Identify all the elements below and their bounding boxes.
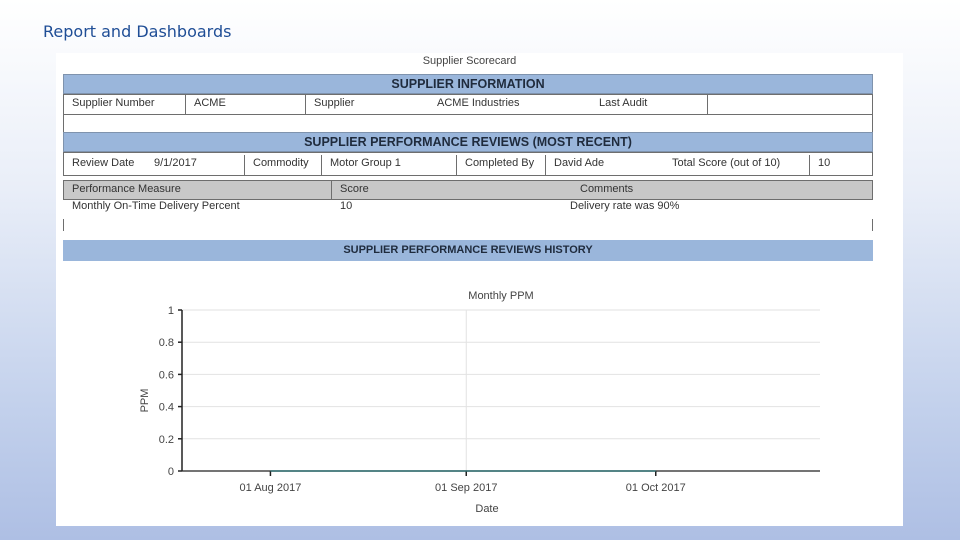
last-audit-value [708,95,872,114]
x-tick-label: 01 Sep 2017 [435,482,497,494]
commodity-label: Commodity [245,155,322,175]
total-score-value: 10 [818,157,831,169]
total-score-label: Total Score (out of 10) [664,155,810,175]
completed-by-label: Completed By [457,155,546,175]
supplier-value: ACME Industries [437,97,520,109]
y-tick-label: 0.4 [159,402,174,414]
scorecard-title: Supplier Scorecard [422,55,517,67]
comments-cell: Delivery rate was 90% [570,200,680,212]
slide-title: Report and Dashboards [43,22,232,41]
review-date-value: 9/1/2017 [146,155,245,175]
scorecard-panel: Supplier Scorecard SUPPLIER INFORMATION … [56,53,903,526]
supplier-information-header: SUPPLIER INFORMATION [63,74,873,94]
measure-header: Performance Measure [64,181,332,199]
measures-header-row: Performance Measure Score Comments [63,180,873,200]
y-axis-label: PPM [139,389,151,413]
comments-header: Comments [580,183,634,195]
score-cell: 10 [340,200,353,212]
x-axis-label: Date [475,503,498,515]
commodity-value: Motor Group 1 [322,155,457,175]
y-tick-label: 0.8 [159,337,174,349]
chart-title: Monthly PPM [468,290,533,302]
monthly-ppm-chart: Monthly PPM 0 0.2 0.4 0.6 0.8 1 01 Aug 2017 01 S… [139,290,820,515]
y-tick-label: 0.2 [159,434,174,446]
x-tick-label: 01 Aug 2017 [240,482,302,494]
table-border [872,219,873,231]
supplier-label: Supplier [314,97,355,109]
recent-reviews-header: SUPPLIER PERFORMANCE REVIEWS (MOST RECEN… [63,132,873,152]
supplier-information-row: Supplier Number ACME Supplier ACME Indus… [63,94,873,115]
review-date-label: Review Date [72,157,135,169]
completed-by-value: David Ade [554,157,605,169]
last-audit-label: Last Audit [591,95,708,114]
y-tick-label: 1 [168,305,174,317]
table-border [63,115,64,132]
table-border [63,219,64,231]
table-border [872,115,873,132]
supplier-number-label: Supplier Number [64,95,186,114]
supplier-number-value: ACME [186,95,306,114]
history-header: SUPPLIER PERFORMANCE REVIEWS HISTORY [63,240,873,261]
x-tick-label: 01 Oct 2017 [626,482,686,494]
y-tick-label: 0 [168,466,174,478]
score-header: Score [340,183,369,195]
recent-reviews-row: Review Date 9/1/2017 Commodity Motor Gro… [63,152,873,176]
y-tick-label: 0.6 [159,369,174,381]
measure-cell: Monthly On-Time Delivery Percent [72,200,240,212]
